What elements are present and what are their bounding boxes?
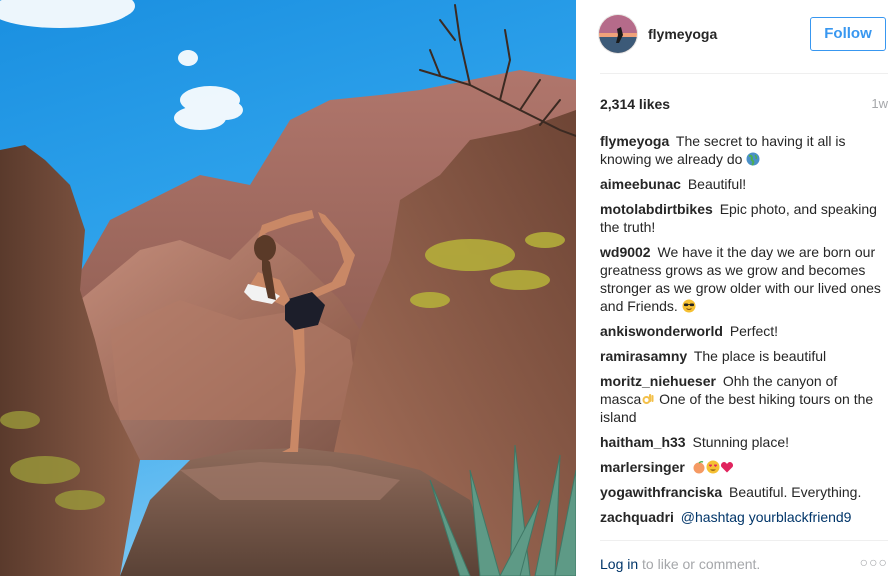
comment-text: Beautiful! — [687, 176, 747, 192]
avatar[interactable] — [598, 14, 638, 54]
post-header: flymeyoga Follow — [576, 0, 888, 72]
heart-eyes-icon — [706, 460, 720, 474]
comment-text: Beautiful. Everything. — [729, 484, 862, 500]
comment-author[interactable]: aimeebunac — [600, 176, 681, 192]
comment: ramirasamny The place is beautiful — [600, 347, 882, 365]
comment: yogawithfranciska Beautiful. Everything. — [600, 483, 882, 501]
comment-author[interactable]: motolabdirtbikes — [600, 201, 713, 217]
sunglasses-icon — [682, 299, 696, 313]
header-divider — [600, 73, 888, 74]
globe-icon — [746, 152, 760, 166]
comment: ankiswonderworld Perfect! — [600, 322, 882, 340]
comment-author[interactable]: yogawithfranciska — [600, 484, 722, 500]
comments-list: flymeyoga The secret to having it all is… — [600, 132, 882, 533]
comment: marlersinger — [600, 458, 882, 476]
footer-divider — [600, 540, 888, 541]
comment-author[interactable]: flymeyoga — [600, 133, 669, 149]
comment-author[interactable]: moritz_niehueser — [600, 373, 716, 389]
comment-text: The place is beautiful — [693, 348, 827, 364]
comment: motolabdirtbikes Epic photo, and speakin… — [600, 200, 882, 236]
comment-text: Stunning place! — [692, 434, 790, 450]
comment: wd9002 We have it the day we are born ou… — [600, 243, 882, 315]
login-link[interactable]: Log in — [600, 556, 638, 572]
instagram-post: flymeyoga Follow 2,314 likes 1w flymeyog… — [0, 0, 888, 576]
comment: flymeyoga The secret to having it all is… — [600, 132, 882, 168]
footer-text: to like or comment. — [642, 556, 761, 572]
post-side-panel: flymeyoga Follow 2,314 likes 1w flymeyog… — [576, 0, 888, 576]
heart-icon — [720, 462, 733, 473]
peach-icon — [693, 460, 705, 474]
likes-count[interactable]: 2,314 likes — [600, 96, 670, 112]
post-footer: Log in to like or comment. — [600, 556, 760, 572]
post-time[interactable]: 1w — [871, 96, 888, 111]
comment-author[interactable]: ankiswonderworld — [600, 323, 723, 339]
ellipsis-icon[interactable]: ○○○ — [860, 554, 888, 570]
comment-author[interactable]: ramirasamny — [600, 348, 687, 364]
canyon-yoga-photo — [0, 0, 576, 576]
comment: haitham_h33 Stunning place! — [600, 433, 882, 451]
ok-hand-icon — [642, 394, 654, 404]
comment-mention[interactable]: yourblackfriend9 — [749, 509, 852, 525]
follow-button[interactable]: Follow — [810, 17, 886, 51]
comment-author[interactable]: haitham_h33 — [600, 434, 686, 450]
comment-author[interactable]: zachquadri — [600, 509, 674, 525]
comment-mention[interactable]: @hashtag — [681, 509, 745, 525]
comment-text: Perfect! — [729, 323, 779, 339]
comment: moritz_niehueser Ohh the canyon of masca… — [600, 372, 882, 426]
comment: zachquadri @hashtag yourblackfriend9 — [600, 508, 882, 526]
comment: aimeebunac Beautiful! — [600, 175, 882, 193]
comment-author[interactable]: wd9002 — [600, 244, 651, 260]
post-username[interactable]: flymeyoga — [648, 26, 717, 42]
avatar-image — [599, 15, 637, 53]
post-photo[interactable] — [0, 0, 576, 576]
comment-author[interactable]: marlersinger — [600, 459, 685, 475]
